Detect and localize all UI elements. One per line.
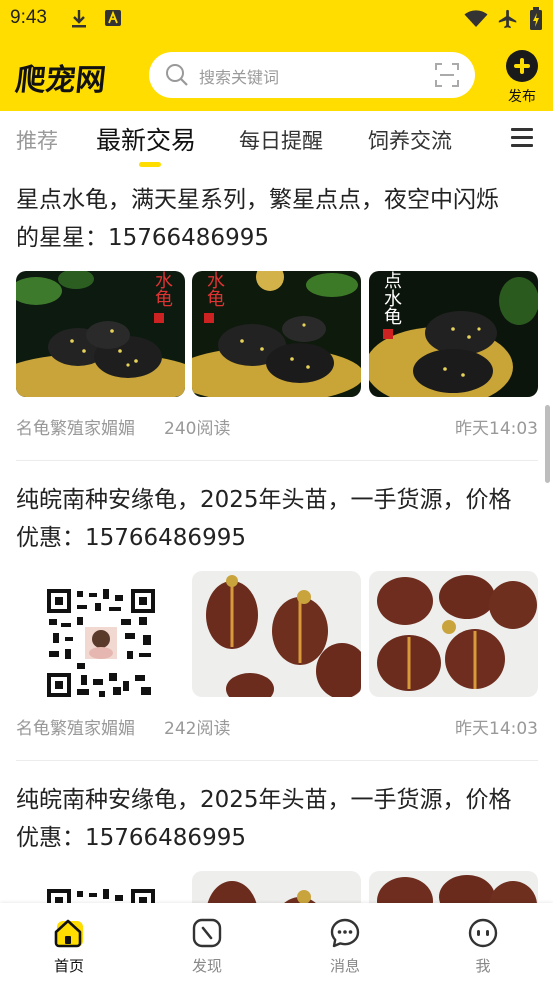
qr-code[interactable] — [16, 571, 185, 697]
post-images — [16, 871, 538, 903]
tab-latest-trades[interactable]: 最新交易 — [96, 121, 196, 157]
tab-daily-reminder[interactable]: 每日提醒 — [239, 125, 323, 155]
app-logo[interactable]: 爬宠网 — [14, 55, 109, 99]
search-icon — [165, 63, 189, 91]
post-title: 纯皖南种安缘龟，2025年头苗，一手货源，价格 优惠：15766486995 — [16, 487, 512, 551]
divider — [16, 760, 538, 761]
status-bar: 9:43 — [0, 0, 553, 40]
bottom-navigation: 首页 发现 消息 我 — [0, 903, 553, 984]
post-author[interactable]: 名龟繁殖家媚媚 — [16, 719, 135, 739]
post-meta: 名龟繁殖家媚媚 240阅读 昨天14:03 — [16, 414, 538, 439]
turtle-photo[interactable]: 水龟 — [192, 271, 361, 397]
publish-label: 发布 — [508, 89, 536, 105]
post-images: 水龟 水龟 点水龟 — [16, 271, 538, 397]
turtle-photo[interactable]: 点水龟 — [369, 271, 538, 397]
turtle-photo[interactable] — [192, 871, 361, 903]
home-icon — [54, 919, 83, 948]
chat-icon — [330, 918, 360, 948]
post-author[interactable]: 名龟繁殖家媚媚 — [16, 419, 135, 439]
turtle-photo[interactable] — [369, 571, 538, 697]
download-icon — [70, 9, 88, 29]
post-card[interactable]: 星点水龟，满天星系列，繁星点点，夜空中闪烁 的星星：15766486995 水龟 — [16, 181, 538, 439]
post-time: 昨天14:03 — [455, 419, 538, 439]
category-tabs: 推荐 最新交易 每日提醒 饲养交流 — [0, 111, 553, 167]
divider — [16, 460, 538, 461]
post-meta: 名龟繁殖家媚媚 242阅读 昨天14:03 — [16, 714, 538, 739]
nav-messages[interactable]: 消息 — [310, 917, 380, 976]
post-card[interactable]: 纯皖南种安缘龟，2025年头苗，一手货源，价格 优惠：15766486995 — [16, 781, 538, 903]
app-header: 9:43 爬宠网 搜索关键词 发布 — [0, 0, 553, 111]
post-read-count: 240阅读 — [164, 419, 231, 439]
nav-home[interactable]: 首页 — [34, 917, 104, 976]
battery-charging-icon — [529, 7, 543, 31]
tab-care-discussion[interactable]: 饲养交流 — [368, 125, 452, 155]
status-time: 9:43 — [10, 7, 47, 28]
scrollbar-thumb[interactable] — [545, 405, 550, 483]
nav-profile[interactable]: 我 — [448, 917, 518, 976]
post-card[interactable]: 纯皖南种安缘龟，2025年头苗，一手货源，价格 优惠：15766486995 — [16, 481, 538, 739]
turtle-photo[interactable]: 水龟 — [16, 271, 185, 397]
post-title: 纯皖南种安缘龟，2025年头苗，一手货源，价格 优惠：15766486995 — [16, 787, 512, 851]
app-notification-icon — [104, 9, 122, 27]
post-read-count: 242阅读 — [164, 719, 231, 739]
plus-icon — [506, 50, 538, 82]
compass-icon — [192, 918, 222, 948]
publish-button[interactable]: 发布 — [503, 50, 541, 106]
post-feed[interactable]: 星点水龟，满天星系列，繁星点点，夜空中闪烁 的星星：15766486995 水龟 — [0, 167, 553, 903]
search-bar[interactable]: 搜索关键词 — [149, 52, 475, 98]
nav-discover[interactable]: 发现 — [172, 917, 242, 976]
menu-icon[interactable] — [511, 128, 533, 147]
search-placeholder: 搜索关键词 — [199, 68, 280, 87]
wifi-icon — [464, 10, 488, 28]
tab-recommend[interactable]: 推荐 — [16, 125, 58, 155]
airplane-mode-icon — [497, 8, 519, 30]
post-title: 星点水龟，满天星系列，繁星点点，夜空中闪烁 的星星：15766486995 — [16, 187, 499, 251]
scan-icon[interactable] — [435, 63, 459, 91]
post-time: 昨天14:03 — [455, 719, 538, 739]
post-images — [16, 571, 538, 697]
profile-icon — [468, 918, 498, 948]
turtle-photo[interactable] — [192, 571, 361, 697]
qr-code[interactable] — [16, 871, 185, 903]
turtle-photo[interactable] — [369, 871, 538, 903]
